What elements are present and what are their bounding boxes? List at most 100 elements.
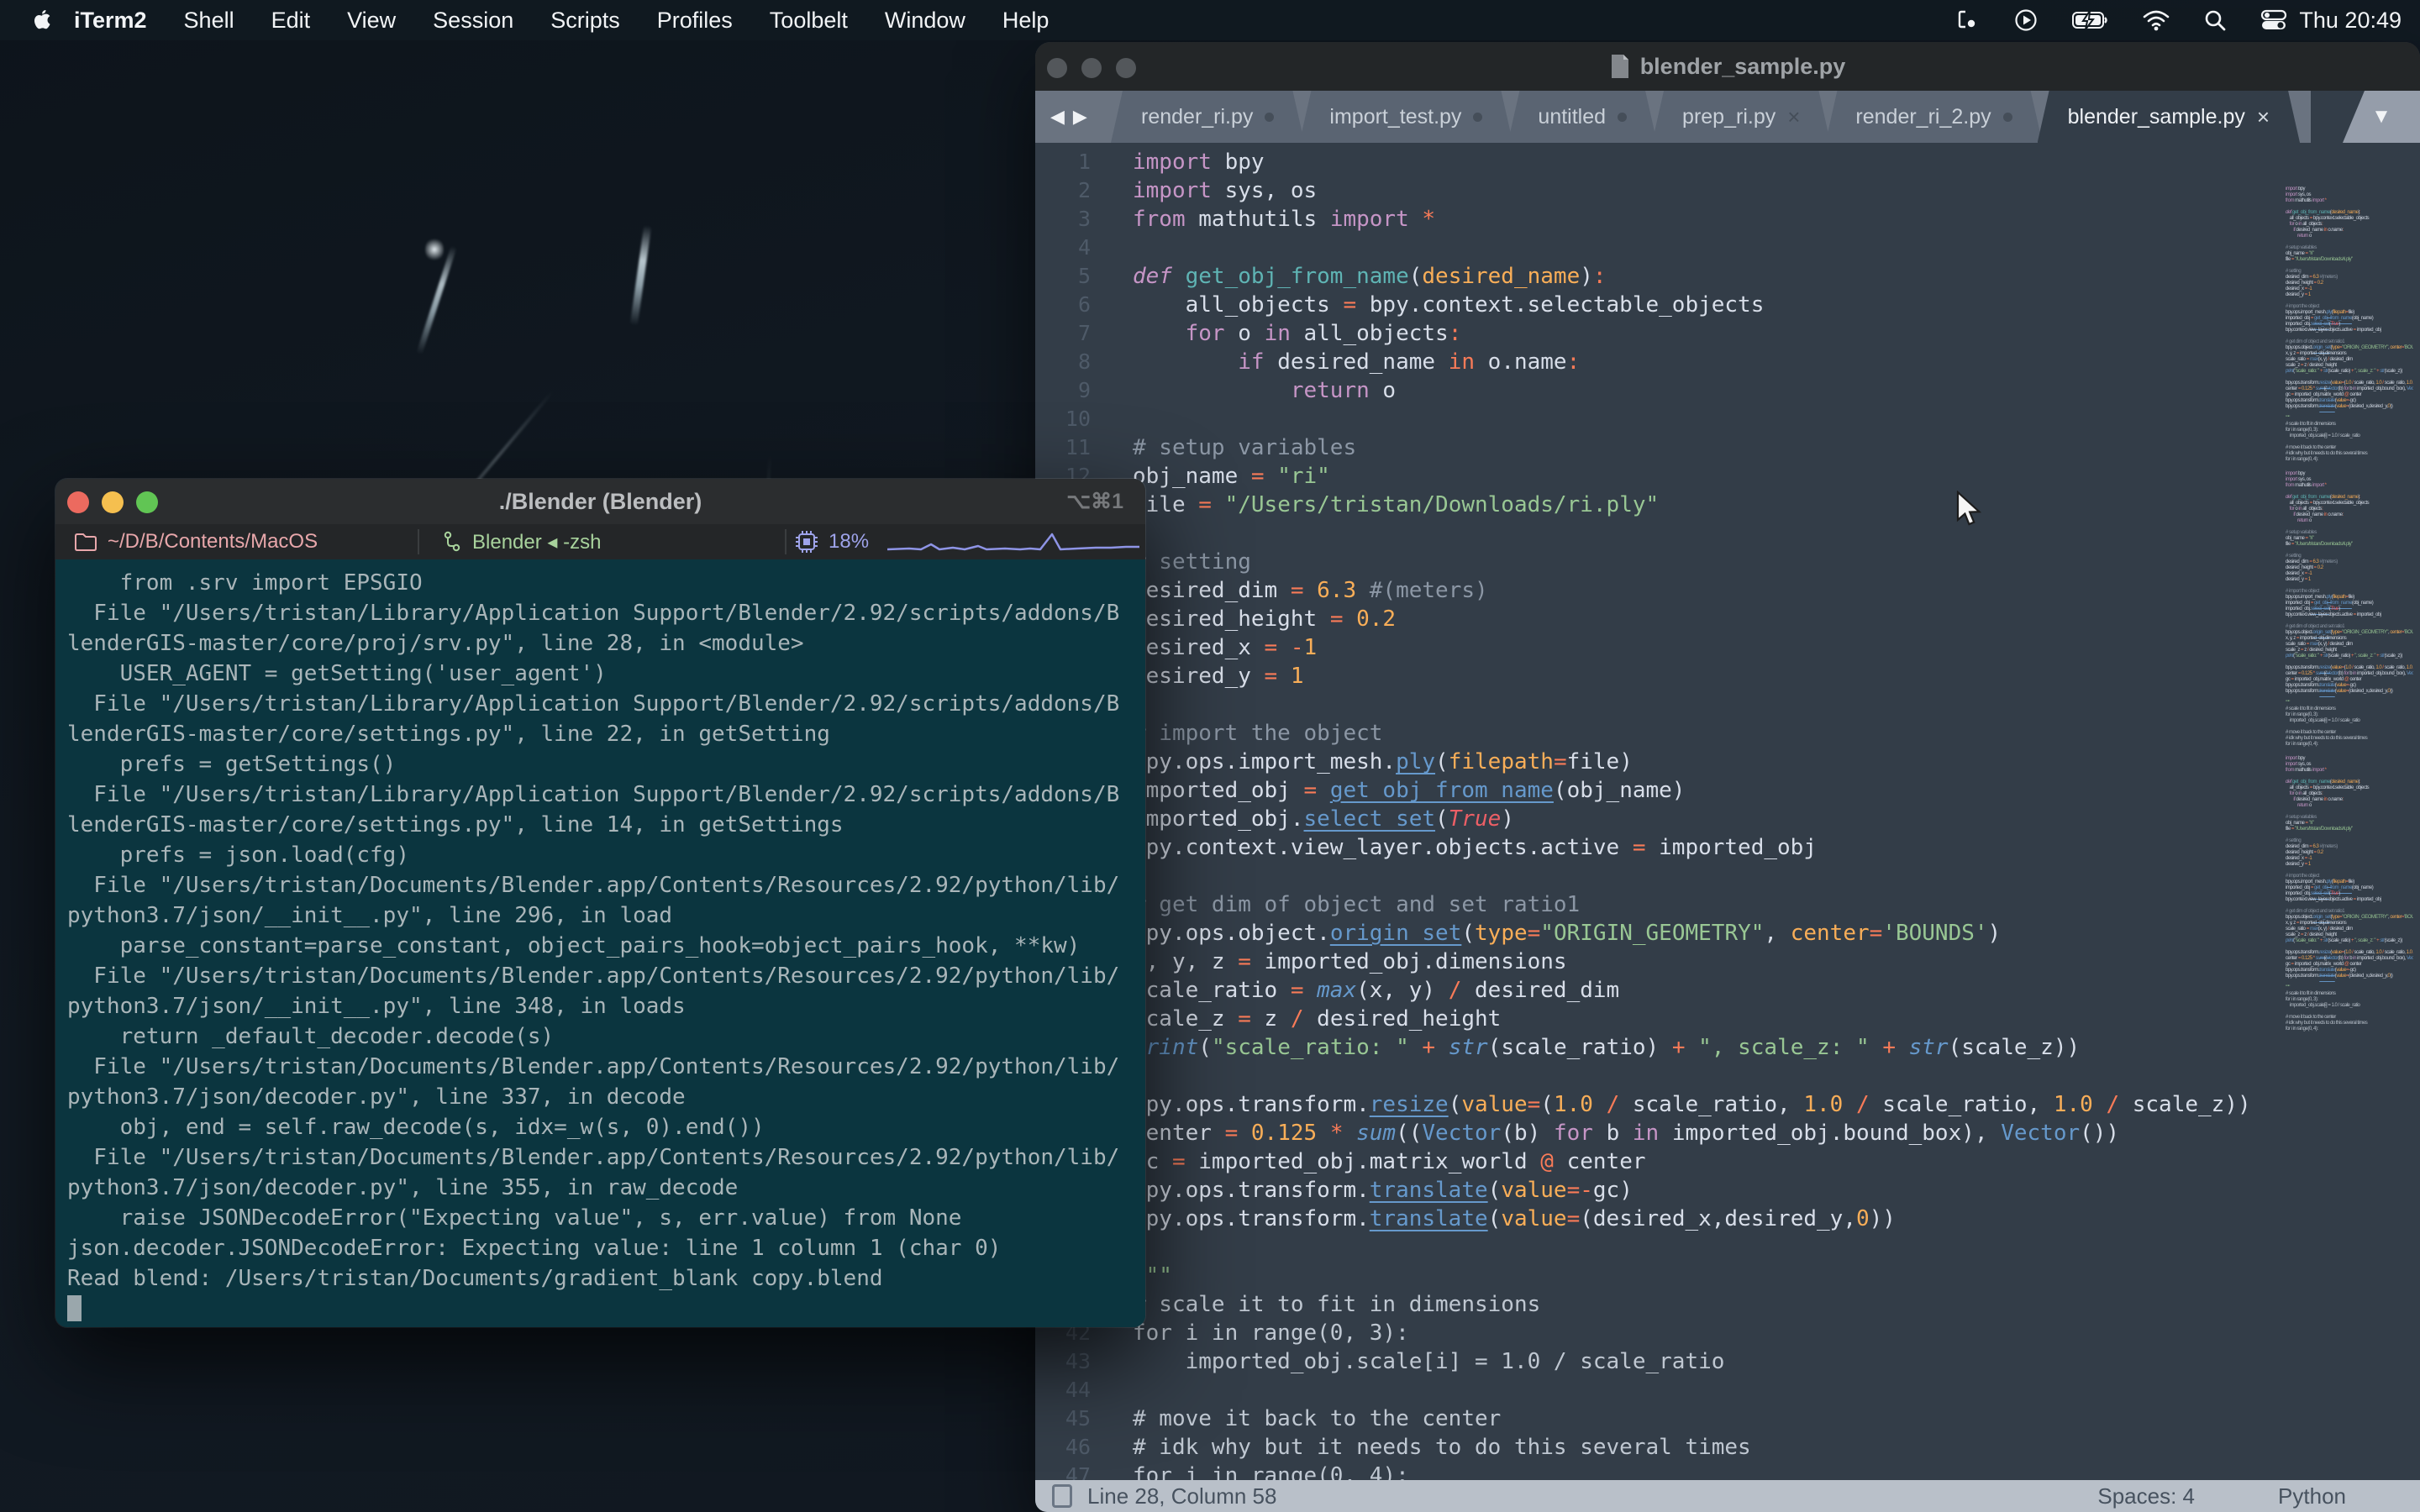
code-line: if desired_name in o.name: [1133, 348, 2251, 376]
terminal-line: File "/Users/tristan/Library/Application… [67, 598, 1145, 628]
code-line: for i in range(0, 4): [1133, 1462, 2251, 1480]
code-line: return o [2286, 518, 2413, 524]
menu-item-session[interactable]: Session [414, 8, 532, 34]
cpu-usage-value: 18% [829, 530, 869, 554]
code-line: desired_height = 0.2 [2286, 850, 2413, 856]
code-line: imported_obj.scale[i] = 1.0 / scale_rati… [2286, 433, 2413, 439]
line-number: 2 [1035, 176, 1091, 205]
spotlight-search-icon[interactable] [2203, 8, 2227, 32]
tab-modified-dot-icon[interactable] [1265, 113, 1274, 122]
code-line [2286, 659, 2413, 665]
menu-item-iterm2[interactable]: iTerm2 [55, 8, 166, 34]
code-line [1133, 405, 2251, 433]
code-line [2286, 944, 2413, 950]
code-line: def get_obj_from_name(desired_name): [1133, 262, 2251, 291]
terminal-line: return _default_decoder.decode(s) [67, 1021, 1145, 1052]
code-line: bpy.ops.transform.translate(value=-gc) [2286, 398, 2413, 404]
terminal-line: python3.7/json/__init__.py", line 348, i… [67, 991, 1145, 1021]
battery-charging-icon[interactable] [2072, 10, 2109, 30]
code-line: gc = imported_obj.matrix_world @ center [2286, 962, 2413, 968]
line-number: 3 [1035, 205, 1091, 234]
play-circle-icon[interactable] [2013, 8, 2039, 33]
window-shortcut-badge: ⌥⌘1 [1066, 479, 1123, 524]
menu-item-scripts[interactable]: Scripts [532, 8, 639, 34]
code-line: def get_obj_from_name(desired_name): [2286, 780, 2413, 785]
menu-bar-clock[interactable]: Thu 20:49 [2299, 0, 2402, 40]
menu-item-view[interactable]: View [329, 8, 414, 34]
code-line: desired_x = -1 [2286, 571, 2413, 577]
code-line: for i in range(0, 3): [2286, 428, 2413, 433]
terminal-line: python3.7/json/__init__.py", line 296, i… [67, 900, 1145, 931]
tab-scroll-left-icon[interactable]: ◀ [1050, 106, 1065, 128]
wifi-icon[interactable] [2143, 9, 2170, 31]
code-line: bpy.ops.object.origin_set(type="ORIGIN_G… [1133, 919, 2251, 948]
code-line: all_objects = bpy.context.selectable_obj… [2286, 785, 2413, 791]
screenshot-icon[interactable] [1956, 8, 1980, 32]
code-line: desired_y = 1 [1133, 662, 2251, 690]
tab-modified-dot-icon[interactable] [1618, 113, 1627, 122]
terminal-title-bar: ./Blender (Blender) ⌥⌘1 [55, 479, 1145, 525]
menu-item-profiles[interactable]: Profiles [639, 8, 751, 34]
code-line: x, y, z = imported_obj.dimensions [2286, 636, 2413, 642]
code-line: # idk why but it needs to do this severa… [1133, 1433, 2251, 1462]
tab-modified-dot-icon[interactable] [2003, 113, 2012, 122]
code-line: bpy.context.view_layer.objects.active = … [1133, 833, 2251, 862]
code-line: obj_name = "ri" [2286, 536, 2413, 542]
tab-close-icon[interactable]: × [1787, 106, 1800, 128]
tab-modified-dot-icon[interactable] [1473, 113, 1482, 122]
code-line: import sys, os [1133, 176, 2251, 205]
code-line: import bpy [2286, 471, 2413, 477]
indent-setting[interactable]: Spaces: 4 [2097, 1483, 2195, 1509]
menu-item-toolbelt[interactable]: Toolbelt [751, 8, 866, 34]
tab-close-icon[interactable]: × [2257, 106, 2270, 128]
code-line: imported_obj.scale[i] = 1.0 / scale_rati… [1133, 1347, 2251, 1376]
line-number: 7 [1035, 319, 1091, 348]
editor-window: blender_sample.py ◀ ▶ render_ri.pyimport… [1035, 42, 2420, 1512]
tab-scroll-right-icon[interactable]: ▶ [1073, 106, 1087, 128]
tab-label: blender_sample.py [2068, 105, 2245, 129]
editor-title-bar: blender_sample.py [1035, 42, 2420, 92]
menu-item-shell[interactable]: Shell [166, 8, 253, 34]
syntax-setting[interactable]: Python [2278, 1483, 2346, 1509]
apple-menu-icon[interactable] [32, 8, 52, 32]
code-line: # import the object [2286, 874, 2413, 879]
tab-blender_sample.py[interactable]: blender_sample.py × [2038, 91, 2300, 143]
code-line: return o [1133, 376, 2251, 405]
line-number: 6 [1035, 291, 1091, 319]
code-line: imported_obj.select_set(True) [2286, 891, 2413, 897]
code-line [2286, 724, 2413, 730]
vintage-mode-icon[interactable] [1052, 1484, 1072, 1508]
code-line: bpy.ops.transform.resize(value=(1.0 / sc… [2286, 950, 2413, 956]
code-line: scale_z = z / desired_height [2286, 363, 2413, 369]
minimap-gap [2286, 463, 2413, 471]
tab-render_ri.py[interactable]: render_ri.py [1111, 91, 1304, 143]
code-line: print("scale_ratio: " + str(scale_ratio)… [2286, 369, 2413, 375]
code-line: if desired_name in o.name: [2286, 228, 2413, 234]
tab-prep_ri.py[interactable]: prep_ri.py× [1652, 91, 1830, 143]
minimap[interactable]: import bpyimport sys, osfrom mathutils i… [2286, 186, 2413, 1472]
menu-item-window[interactable]: Window [866, 8, 984, 34]
control-center-icon[interactable] [2260, 9, 2287, 31]
cursor-position[interactable]: Line 28, Column 58 [1087, 1483, 1276, 1509]
menu-item-edit[interactable]: Edit [253, 8, 329, 34]
code-line: for o in all_objects: [1133, 319, 2251, 348]
code-editor-area[interactable]: 1234567891011121314151617181920212223242… [1035, 143, 2420, 1480]
code-line: for i in range(0, 4): [2286, 1026, 2413, 1032]
code-line: # import the object [2286, 304, 2413, 310]
code-line: scale_ratio = max(x, y) / desired_dim [2286, 642, 2413, 648]
tab-untitled[interactable]: untitled [1507, 91, 1657, 143]
menu-item-help[interactable]: Help [984, 8, 1068, 34]
code-line: # get dim of object and set ratio1 [2286, 624, 2413, 630]
code-line [2286, 239, 2413, 245]
code-line: bpy.context.view_layer.objects.active = … [2286, 328, 2413, 333]
line-number: 46 [1035, 1433, 1091, 1462]
terminal-output[interactable]: from .srv import EPSGIO File "/Users/tri… [55, 559, 1145, 1327]
code-line: # setting [2286, 554, 2413, 559]
code-line: scale_ratio = max(x, y) / desired_dim [2286, 927, 2413, 932]
code-line: imported_obj.scale[i] = 1.0 / scale_rati… [2286, 718, 2413, 724]
tab-render_ri_2.py[interactable]: render_ri_2.py [1825, 91, 2042, 143]
code-line: scale_z = z / desired_height [2286, 932, 2413, 938]
code-line: desired_y = 1 [2286, 577, 2413, 583]
code-text[interactable]: import bpyimport sys, osfrom mathutils i… [1133, 148, 2251, 1480]
tab-import_test.py[interactable]: import_test.py [1299, 91, 1512, 143]
